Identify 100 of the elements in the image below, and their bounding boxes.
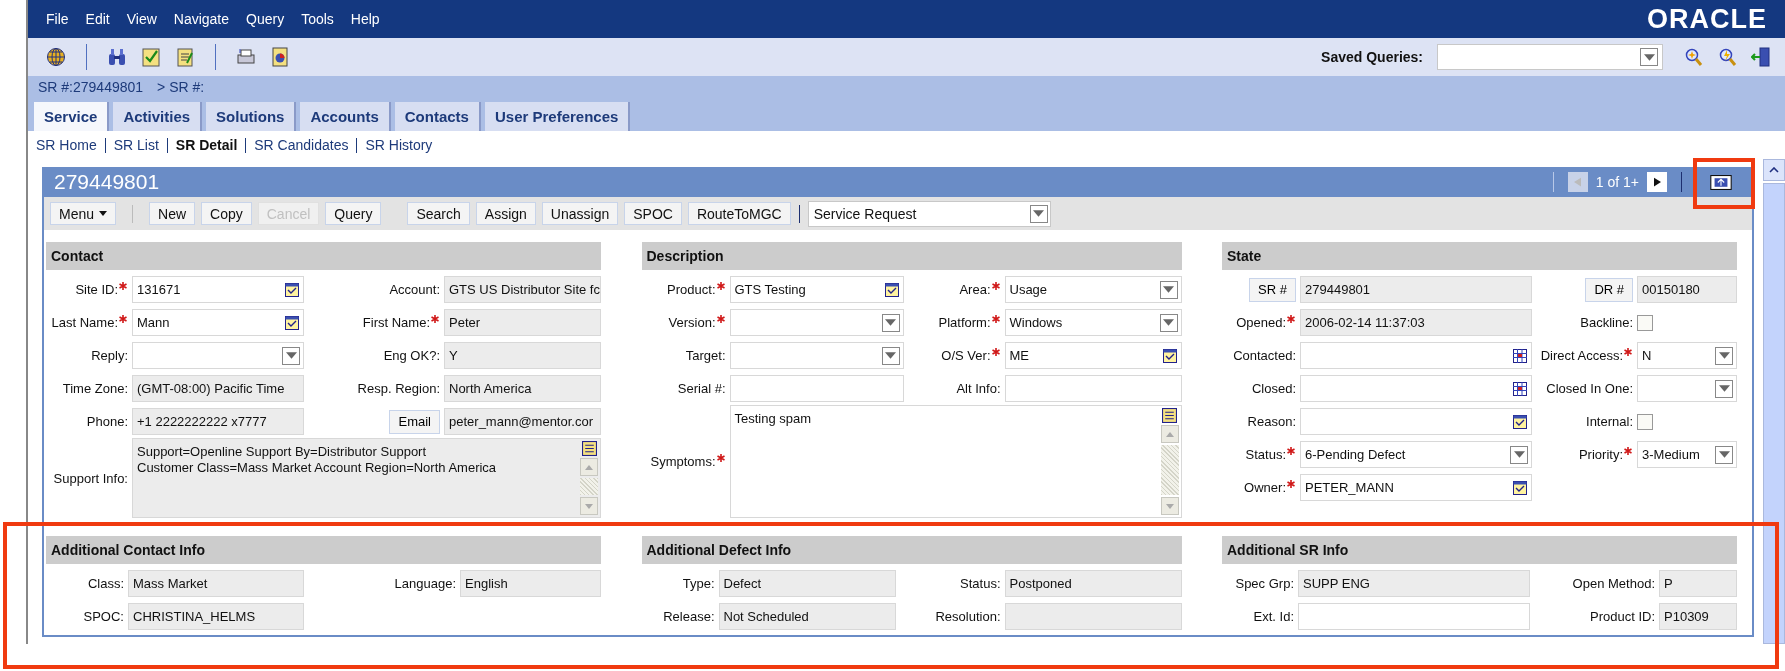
dropdown-field[interactable]: [729, 309, 904, 336]
menu-item[interactable]: Tools: [301, 11, 334, 27]
subnav-link[interactable]: SR History: [365, 137, 433, 153]
dropdown-button[interactable]: [282, 346, 300, 365]
label-button[interactable]: SR #: [1249, 277, 1296, 302]
lookup-icon[interactable]: [285, 315, 299, 330]
date-field[interactable]: [1300, 342, 1532, 369]
lookup-field[interactable]: 131671: [132, 276, 304, 303]
lookup-field[interactable]: ME: [1004, 342, 1182, 369]
dropdown-field[interactable]: [1637, 375, 1737, 402]
lookup-field[interactable]: PETER_MANN: [1300, 474, 1532, 501]
dropdown-button[interactable]: [1159, 313, 1178, 332]
printer-icon[interactable]: [236, 47, 256, 67]
action-button[interactable]: Query: [325, 202, 382, 225]
tab[interactable]: User Preferences: [484, 102, 631, 131]
field-label: Priority:: [1578, 447, 1633, 462]
text-field[interactable]: [1298, 603, 1530, 630]
caret-icon: [885, 319, 896, 326]
tab[interactable]: Activities: [113, 102, 203, 131]
field-label: Area:: [959, 282, 1001, 297]
dropdown-field[interactable]: [132, 342, 304, 369]
menu-button[interactable]: Menu: [50, 202, 117, 225]
checkbox[interactable]: [1637, 314, 1653, 331]
section-header: Additional Contact Info: [46, 536, 601, 564]
subnav-link[interactable]: SR Candidates: [254, 137, 349, 153]
label-button[interactable]: Email: [389, 409, 440, 434]
tab[interactable]: Contacts: [394, 102, 481, 131]
dropdown-field[interactable]: Windows: [1004, 309, 1182, 336]
action-button[interactable]: Search: [407, 202, 470, 225]
expand-text-icon[interactable]: [1162, 408, 1177, 423]
field-label: Support Info:: [53, 470, 128, 486]
action-button[interactable]: Copy: [201, 202, 252, 225]
menu-item[interactable]: Help: [350, 11, 380, 27]
caret-icon: [1718, 352, 1730, 359]
dropdown-button[interactable]: [881, 313, 900, 332]
highlight-frame: [1693, 158, 1755, 209]
record-type-dropdown[interactable]: Service Request: [807, 200, 1051, 227]
tab[interactable]: Solutions: [206, 102, 297, 131]
breadcrumb-item[interactable]: SR #:279449801: [38, 78, 144, 95]
date-field[interactable]: [1300, 375, 1532, 402]
tab[interactable]: Service: [34, 102, 110, 131]
down-arrow-icon: [1165, 503, 1174, 509]
tab[interactable]: Accounts: [300, 102, 391, 131]
report-icon[interactable]: [270, 47, 290, 67]
breadcrumb-item[interactable]: > SR #:: [157, 78, 205, 95]
dropdown-field[interactable]: Usage: [1004, 276, 1182, 303]
action-button[interactable]: New: [149, 202, 196, 225]
dropdown-button[interactable]: [1159, 280, 1178, 299]
checkbox[interactable]: [1637, 413, 1653, 430]
expand-text-icon[interactable]: [581, 441, 597, 456]
checklist-icon[interactable]: [141, 47, 161, 67]
menu-item[interactable]: View: [126, 11, 157, 27]
binoculars-icon[interactable]: [107, 47, 127, 67]
lookup-icon[interactable]: [884, 282, 899, 297]
action-button[interactable]: Assign: [475, 202, 536, 225]
dropdown-field[interactable]: 6-Pending Defect: [1300, 441, 1532, 468]
text-field[interactable]: [1004, 375, 1182, 402]
magnifier-star-icon[interactable]: [1683, 47, 1703, 67]
dropdown-button[interactable]: [1715, 379, 1733, 398]
dropdown-button[interactable]: [1715, 445, 1733, 464]
notepad-icon[interactable]: [175, 47, 195, 67]
calendar-icon[interactable]: [1513, 348, 1527, 363]
lookup-icon[interactable]: [285, 282, 299, 297]
lookup-icon[interactable]: [1513, 480, 1527, 495]
subnav-link[interactable]: SR List: [113, 137, 159, 153]
dropdown-field[interactable]: 3-Medium: [1637, 441, 1737, 468]
text-field[interactable]: [729, 375, 904, 402]
calendar-icon[interactable]: [1513, 381, 1527, 396]
dropdown-field[interactable]: N: [1637, 342, 1737, 369]
lookup-field[interactable]: [1300, 408, 1532, 435]
dropdown-button[interactable]: [1640, 48, 1658, 66]
caret-icon: [1643, 53, 1655, 61]
menu-item[interactable]: File: [46, 11, 69, 27]
dropdown-button[interactable]: [1715, 346, 1733, 365]
subnav-link[interactable]: SR Home: [36, 137, 97, 153]
menu-item[interactable]: Edit: [85, 11, 110, 27]
dropdown-field[interactable]: [729, 342, 904, 369]
exit-door-icon[interactable]: [1751, 47, 1771, 67]
field-label: Product ID:: [1589, 609, 1655, 624]
lookup-icon[interactable]: [1513, 414, 1527, 429]
globe-icon[interactable]: [46, 47, 66, 67]
memo-field[interactable]: Testing spam: [729, 405, 1182, 518]
next-button[interactable]: [1647, 172, 1667, 192]
label-button[interactable]: DR #: [1585, 277, 1633, 302]
action-button[interactable]: SPOC: [624, 202, 682, 225]
menu-item[interactable]: Navigate: [173, 11, 230, 27]
dropdown-button[interactable]: [881, 346, 900, 365]
field-label: Opened:: [1236, 315, 1296, 330]
subnav-link[interactable]: SR Detail: [175, 137, 238, 153]
action-button[interactable]: RouteToMGC: [687, 202, 791, 225]
scrollbar[interactable]: [1763, 159, 1785, 644]
action-button[interactable]: Unassign: [541, 202, 619, 225]
dropdown-button[interactable]: [1029, 204, 1048, 223]
lookup-icon[interactable]: [1162, 348, 1177, 363]
field-label: Resolution:: [935, 609, 1001, 624]
magnifier-bolt-icon[interactable]: [1717, 47, 1737, 67]
menu-item[interactable]: Query: [246, 11, 285, 27]
dropdown-button[interactable]: [1510, 445, 1528, 464]
lookup-field[interactable]: GTS Testing: [729, 276, 904, 303]
lookup-field[interactable]: Mann: [132, 309, 304, 336]
